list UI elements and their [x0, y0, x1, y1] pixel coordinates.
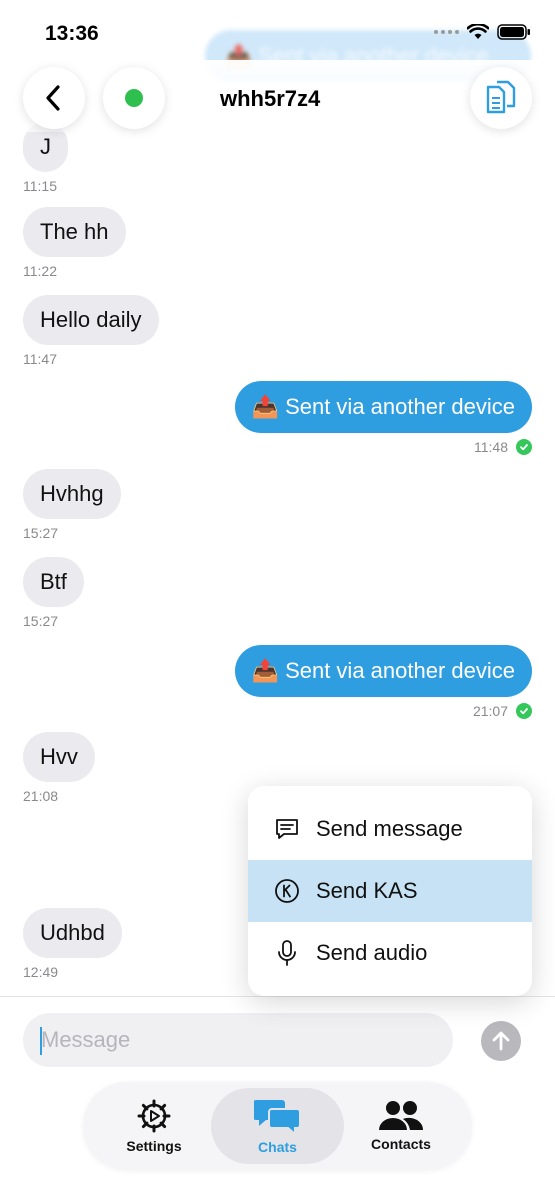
- message-bubble[interactable]: Udhbd: [23, 908, 122, 958]
- menu-item-send-audio[interactable]: Send audio: [248, 922, 532, 984]
- tab-label: Contacts: [371, 1136, 431, 1152]
- message-row: J 11:15: [23, 122, 68, 194]
- chevron-left-icon: [46, 85, 60, 111]
- online-status-button[interactable]: [103, 67, 165, 129]
- menu-item-label: Send KAS: [316, 878, 418, 903]
- tab-chats[interactable]: Chats: [211, 1088, 344, 1164]
- people-icon: [379, 1101, 424, 1130]
- message-bubble[interactable]: 📤 Sent via another device: [234, 645, 532, 697]
- message-meta: 21:07: [235, 703, 532, 719]
- tab-settings[interactable]: Settings: [97, 1088, 211, 1164]
- message-time: 11:22: [23, 263, 57, 279]
- delivered-check-icon: [516, 703, 532, 719]
- message-row: Btf 15:27: [23, 557, 84, 629]
- tab-bar: Settings Chats Contacts: [83, 1082, 472, 1170]
- online-dot-icon: [125, 89, 143, 107]
- message-time: 11:15: [23, 178, 57, 194]
- message-row: 📤 Sent via another device 21:07: [234, 645, 532, 719]
- message-row: Hvhhg 15:27: [23, 469, 121, 541]
- status-icons: [434, 24, 531, 40]
- arrow-up-icon: [492, 1031, 510, 1051]
- message-bubble[interactable]: Hvv: [23, 732, 95, 782]
- cellular-signal-icon: [434, 30, 459, 34]
- gear-icon: [137, 1099, 171, 1133]
- send-button[interactable]: [481, 1021, 521, 1061]
- chat-bubbles-icon: [253, 1100, 301, 1135]
- message-row: Hello daily 11:47: [23, 295, 159, 367]
- message-row: The hh 11:22: [23, 207, 126, 279]
- microphone-icon: [274, 940, 300, 966]
- message-time: 15:27: [23, 525, 59, 541]
- message-meta: 11:48: [235, 439, 532, 455]
- message-icon: [274, 816, 300, 842]
- menu-item-send-message[interactable]: Send message: [248, 798, 532, 860]
- attachment-menu: Send message Send KAS Send audio: [248, 786, 532, 996]
- message-bubble[interactable]: Hvhhg: [23, 469, 121, 519]
- message-time: 11:48: [474, 439, 508, 455]
- message-bubble[interactable]: The hh: [23, 207, 126, 257]
- menu-item-send-kas[interactable]: Send KAS: [248, 860, 532, 922]
- text-cursor: [40, 1027, 42, 1055]
- chat-title: whh5r7z4: [220, 86, 321, 111]
- status-bar: 13:36: [0, 0, 555, 60]
- message-time: 15:27: [23, 613, 59, 629]
- message-row: 📤 Sent via another device 11:48: [234, 381, 532, 455]
- message-time: 12:49: [23, 964, 59, 980]
- menu-item-label: Send audio: [316, 940, 428, 965]
- tab-contacts[interactable]: Contacts: [344, 1088, 458, 1164]
- message-time: 21:08: [23, 788, 59, 804]
- menu-item-label: Send message: [316, 816, 463, 841]
- status-time: 13:36: [45, 22, 99, 45]
- battery-icon: [497, 24, 530, 40]
- message-time: 11:47: [23, 351, 57, 367]
- wifi-icon: [467, 24, 489, 39]
- copy-icon: [486, 80, 516, 114]
- tab-label: Settings: [126, 1138, 182, 1154]
- delivered-check-icon: [516, 439, 532, 455]
- copy-address-button[interactable]: [470, 67, 532, 129]
- message-bubble[interactable]: Btf: [23, 557, 84, 607]
- message-bubble[interactable]: 📤 Sent via another device: [234, 381, 532, 433]
- message-row: Udhbd 12:49: [23, 908, 122, 980]
- message-bubble[interactable]: Hello daily: [23, 295, 159, 345]
- message-time: 21:07: [472, 703, 508, 719]
- back-button[interactable]: [23, 67, 85, 129]
- message-input[interactable]: [23, 1013, 453, 1067]
- message-row: Hvv 21:08: [23, 732, 95, 804]
- kaspa-coin-icon: [274, 878, 300, 904]
- tab-label: Chats: [258, 1139, 297, 1155]
